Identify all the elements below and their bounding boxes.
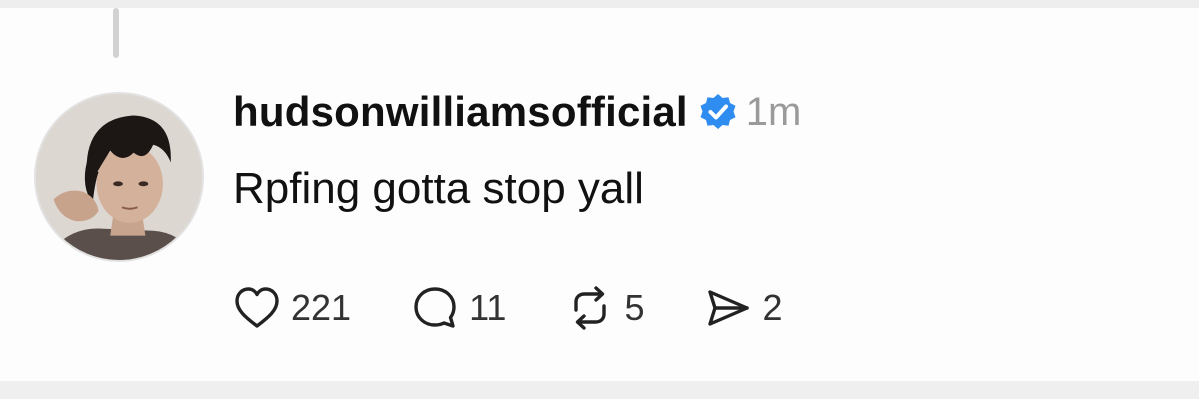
username[interactable]: hudsonwilliamsofficial <box>233 88 688 136</box>
reply-button[interactable]: 11 <box>411 284 506 332</box>
top-divider <box>0 0 1199 8</box>
bottom-divider <box>0 381 1199 399</box>
repost-count: 5 <box>624 287 645 328</box>
heart-icon <box>233 284 281 332</box>
repost-button[interactable]: 5 <box>566 284 644 332</box>
like-button[interactable]: 221 <box>233 284 351 332</box>
post-card: hudsonwilliamsofficial 1m Rpfing gotta s… <box>0 0 1199 399</box>
like-count: 221 <box>291 287 352 328</box>
repost-icon <box>566 284 614 332</box>
share-button[interactable]: 2 <box>704 284 783 332</box>
reply-count: 11 <box>469 287 507 328</box>
avatar[interactable] <box>34 92 204 262</box>
post-content: hudsonwilliamsofficial 1m Rpfing gotta s… <box>233 82 1179 214</box>
share-count: 2 <box>762 287 783 328</box>
post-text: Rpfing gotta stop yall <box>233 164 644 213</box>
post-timestamp: 1m <box>745 89 802 134</box>
send-icon <box>704 284 752 332</box>
verified-badge-icon <box>698 92 738 132</box>
avatar-image <box>36 94 202 260</box>
post-actions: 221 11 5 2 <box>233 284 843 332</box>
comment-icon <box>411 284 459 332</box>
thread-line <box>113 8 119 58</box>
post-header: hudsonwilliamsofficial 1m <box>233 82 1179 142</box>
